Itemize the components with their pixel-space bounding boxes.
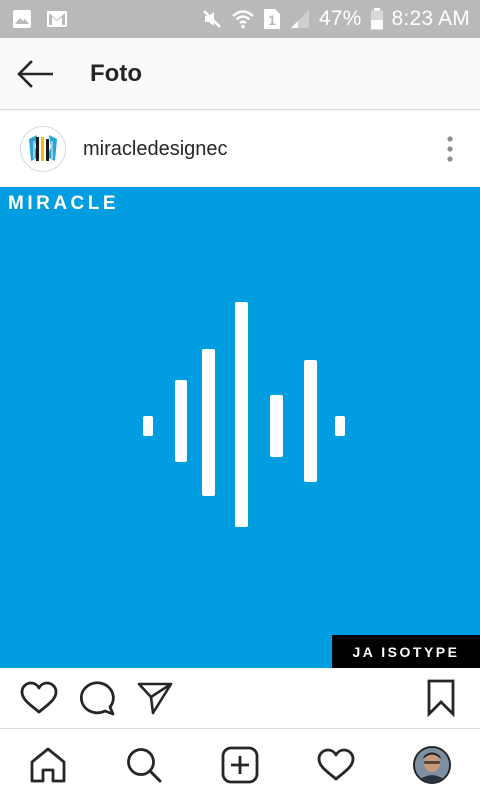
soundwave-bar bbox=[304, 360, 317, 482]
soundwave-bar bbox=[202, 349, 215, 496]
comment-icon bbox=[79, 681, 115, 716]
status-bar: 1 47% 8:23 AM bbox=[0, 0, 480, 38]
app-header: Foto bbox=[0, 38, 480, 110]
gmail-icon bbox=[46, 10, 68, 28]
post-username[interactable]: miracledesignec bbox=[83, 138, 426, 161]
share-icon bbox=[137, 682, 173, 715]
page-title: Foto bbox=[90, 59, 142, 87]
battery-icon bbox=[370, 8, 384, 30]
profile-photo bbox=[415, 747, 449, 782]
like-button[interactable] bbox=[10, 669, 68, 727]
soundwave-bar bbox=[235, 302, 248, 527]
image-caption-tag: JA ISOTYPE bbox=[332, 635, 480, 668]
post-header: miracledesignec bbox=[0, 111, 480, 187]
mute-icon bbox=[201, 8, 223, 30]
battery-percent: 47% bbox=[318, 7, 362, 30]
post-avatar[interactable] bbox=[20, 126, 66, 172]
comment-button[interactable] bbox=[68, 669, 126, 727]
more-vertical-icon bbox=[447, 136, 453, 162]
post-image[interactable]: MIRACLE JA ISOTYPE bbox=[0, 187, 480, 668]
profile-avatar bbox=[413, 745, 451, 784]
soundwave-bar bbox=[175, 380, 187, 462]
status-left bbox=[12, 9, 82, 29]
post-actions bbox=[0, 668, 480, 728]
soundwave-bar bbox=[270, 395, 283, 457]
nav-activity-button[interactable] bbox=[304, 733, 368, 797]
add-icon bbox=[221, 746, 259, 783]
search-icon bbox=[127, 747, 162, 782]
nav-add-button[interactable] bbox=[208, 733, 272, 797]
bottom-nav bbox=[0, 728, 480, 800]
sim-icon: 1 bbox=[263, 8, 281, 30]
nav-profile-button[interactable] bbox=[400, 733, 464, 797]
back-button[interactable] bbox=[0, 38, 72, 110]
bookmark-button[interactable] bbox=[412, 669, 470, 727]
heart-icon bbox=[20, 681, 58, 714]
soundwave-bar bbox=[143, 416, 153, 436]
gallery-icon bbox=[12, 9, 32, 29]
share-button[interactable] bbox=[126, 669, 184, 727]
bookmark-icon bbox=[427, 679, 455, 717]
home-icon bbox=[30, 747, 66, 782]
nav-search-button[interactable] bbox=[112, 733, 176, 797]
status-time: 8:23 AM bbox=[391, 7, 470, 30]
image-brand-text: MIRACLE bbox=[8, 193, 120, 214]
wifi-icon bbox=[231, 8, 255, 30]
arrow-left-icon bbox=[17, 59, 53, 88]
activity-heart-icon bbox=[317, 748, 355, 780]
miracle-logo-icon bbox=[21, 127, 65, 171]
signal-icon bbox=[289, 8, 311, 30]
more-options-button[interactable] bbox=[426, 125, 474, 173]
svg-text:1: 1 bbox=[268, 12, 276, 28]
nav-home-button[interactable] bbox=[16, 733, 80, 797]
soundwave-bar bbox=[335, 416, 345, 436]
status-right: 1 47% 8:23 AM bbox=[193, 7, 470, 31]
